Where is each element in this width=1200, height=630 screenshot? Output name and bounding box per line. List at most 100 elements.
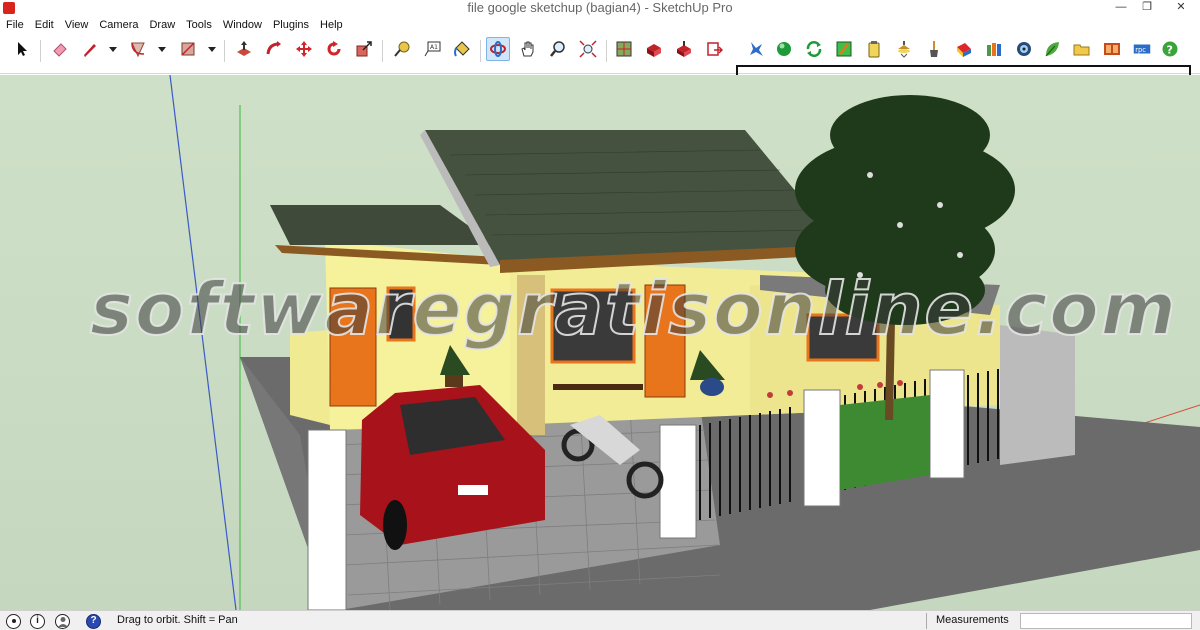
rectangle-tool-button[interactable]	[176, 37, 200, 61]
arc-dropdown-arrow[interactable]	[158, 47, 166, 52]
main-toolbar: A1 rpc ?	[0, 34, 1200, 111]
tape-measure-tool-button[interactable]	[390, 37, 414, 61]
folder-icon	[1073, 44, 1090, 56]
toolbar-separator	[606, 40, 607, 62]
get-models-icon	[647, 44, 661, 57]
status-hint: Drag to orbit. Shift = Pan	[117, 614, 238, 626]
pan-icon	[521, 41, 534, 57]
credits-info-icon[interactable]: i	[30, 614, 45, 629]
light-button[interactable]	[892, 37, 916, 61]
animation-button[interactable]	[1100, 37, 1124, 61]
rectangle-dropdown-arrow[interactable]	[208, 47, 216, 52]
orbit-tool-button[interactable]	[486, 37, 510, 61]
toolbar-separator	[40, 40, 41, 62]
pencil-icon	[84, 44, 96, 57]
plugin-1-button[interactable]	[744, 37, 768, 61]
title-bar: file google sketchup (bagian4) - SketchU…	[0, 0, 1200, 16]
help-glyph: ?	[1167, 44, 1173, 57]
rpc-button[interactable]: rpc	[1130, 37, 1154, 61]
plugin-1-icon	[750, 42, 763, 56]
sphere-button[interactable]	[772, 37, 796, 61]
measurements-input[interactable]	[1020, 613, 1192, 629]
zoom-icon	[550, 41, 565, 57]
watermark-text: softwaregratisonline.com	[89, 266, 1178, 352]
rotate-tool-button[interactable]	[322, 37, 346, 61]
get-models-button[interactable]	[642, 37, 666, 61]
menu-draw[interactable]: Draw	[149, 16, 175, 34]
help-icon: ?	[1162, 41, 1178, 57]
window-title: file google sketchup (bagian4) - SketchU…	[467, 0, 733, 15]
material-icon	[957, 43, 971, 57]
paint-bucket-icon	[454, 41, 470, 57]
clipboard-button[interactable]	[862, 37, 886, 61]
pencil-tool-button[interactable]	[78, 37, 102, 61]
help-button[interactable]: ?	[1158, 37, 1182, 61]
refresh-button[interactable]	[802, 37, 826, 61]
menu-view[interactable]: View	[65, 16, 89, 34]
toolbar-separator	[224, 40, 225, 62]
toolbar-separator	[382, 40, 383, 62]
follow-me-icon	[266, 41, 281, 55]
push-pull-tool-button[interactable]	[232, 37, 256, 61]
send-to-layout-button[interactable]	[702, 37, 726, 61]
arc-icon	[131, 42, 145, 58]
pencil-dropdown-arrow[interactable]	[109, 47, 117, 52]
move-tool-button[interactable]	[292, 37, 316, 61]
move-icon	[296, 41, 312, 57]
fence-post-3	[929, 369, 965, 479]
orbit-icon	[490, 41, 506, 57]
fence-post-1	[659, 424, 697, 539]
scale-icon	[356, 41, 372, 57]
menu-window[interactable]: Window	[223, 16, 262, 34]
rpc-label: rpc	[1135, 46, 1146, 54]
zoom-extents-tool-button[interactable]	[576, 37, 600, 61]
scale-tool-button[interactable]	[352, 37, 376, 61]
menu-plugins[interactable]: Plugins	[273, 16, 309, 34]
share-model-icon	[677, 41, 691, 57]
text-tool-button[interactable]: A1	[420, 37, 444, 61]
warehouse-button[interactable]	[612, 37, 636, 61]
eraser-tool-button[interactable]	[48, 37, 72, 61]
close-button[interactable]: ✕	[1168, 0, 1194, 14]
arc-tool-button[interactable]	[126, 37, 150, 61]
user-account-icon[interactable]	[55, 614, 70, 629]
push-pull-icon	[237, 41, 251, 56]
light-icon	[898, 41, 910, 58]
geo-location-icon[interactable]	[6, 614, 21, 629]
instructor-help-icon[interactable]: ?	[86, 614, 101, 629]
fence-post-left	[307, 429, 347, 610]
minimize-button[interactable]: —	[1108, 0, 1134, 14]
select-tool-button[interactable]	[10, 37, 34, 61]
rotate-icon	[327, 41, 341, 56]
material-button[interactable]	[952, 37, 976, 61]
brush-button[interactable]	[922, 37, 946, 61]
render-settings-button[interactable]	[1012, 37, 1036, 61]
select-icon	[18, 42, 27, 56]
material-editor-icon	[836, 41, 852, 57]
eraser-icon	[53, 43, 67, 57]
folder-button[interactable]	[1070, 37, 1094, 61]
menu-file[interactable]: File	[6, 16, 24, 34]
rectangle-icon	[181, 42, 195, 56]
restore-button[interactable]: ❐	[1134, 0, 1160, 14]
menu-tools[interactable]: Tools	[186, 16, 212, 34]
menu-edit[interactable]: Edit	[35, 16, 54, 34]
menu-help[interactable]: Help	[320, 16, 343, 34]
share-model-button[interactable]	[672, 37, 696, 61]
warehouse-icon	[616, 41, 632, 57]
library-button[interactable]	[982, 37, 1006, 61]
menu-camera[interactable]: Camera	[99, 16, 138, 34]
svg-text:A1: A1	[430, 44, 438, 51]
clipboard-icon	[868, 41, 880, 58]
follow-me-tool-button[interactable]	[262, 37, 286, 61]
pan-tool-button[interactable]	[516, 37, 540, 61]
library-icon	[987, 43, 1001, 56]
zoom-extents-icon	[579, 40, 597, 58]
leaf-button[interactable]	[1040, 37, 1064, 61]
sketchup-window: file google sketchup (bagian4) - SketchU…	[0, 0, 1200, 630]
material-editor-button[interactable]	[832, 37, 856, 61]
modeling-viewport[interactable]: softwaregratisonline.com	[0, 75, 1200, 610]
paint-bucket-tool-button[interactable]	[450, 37, 474, 61]
zoom-tool-button[interactable]	[546, 37, 570, 61]
measurements-label: Measurements	[936, 614, 1009, 626]
